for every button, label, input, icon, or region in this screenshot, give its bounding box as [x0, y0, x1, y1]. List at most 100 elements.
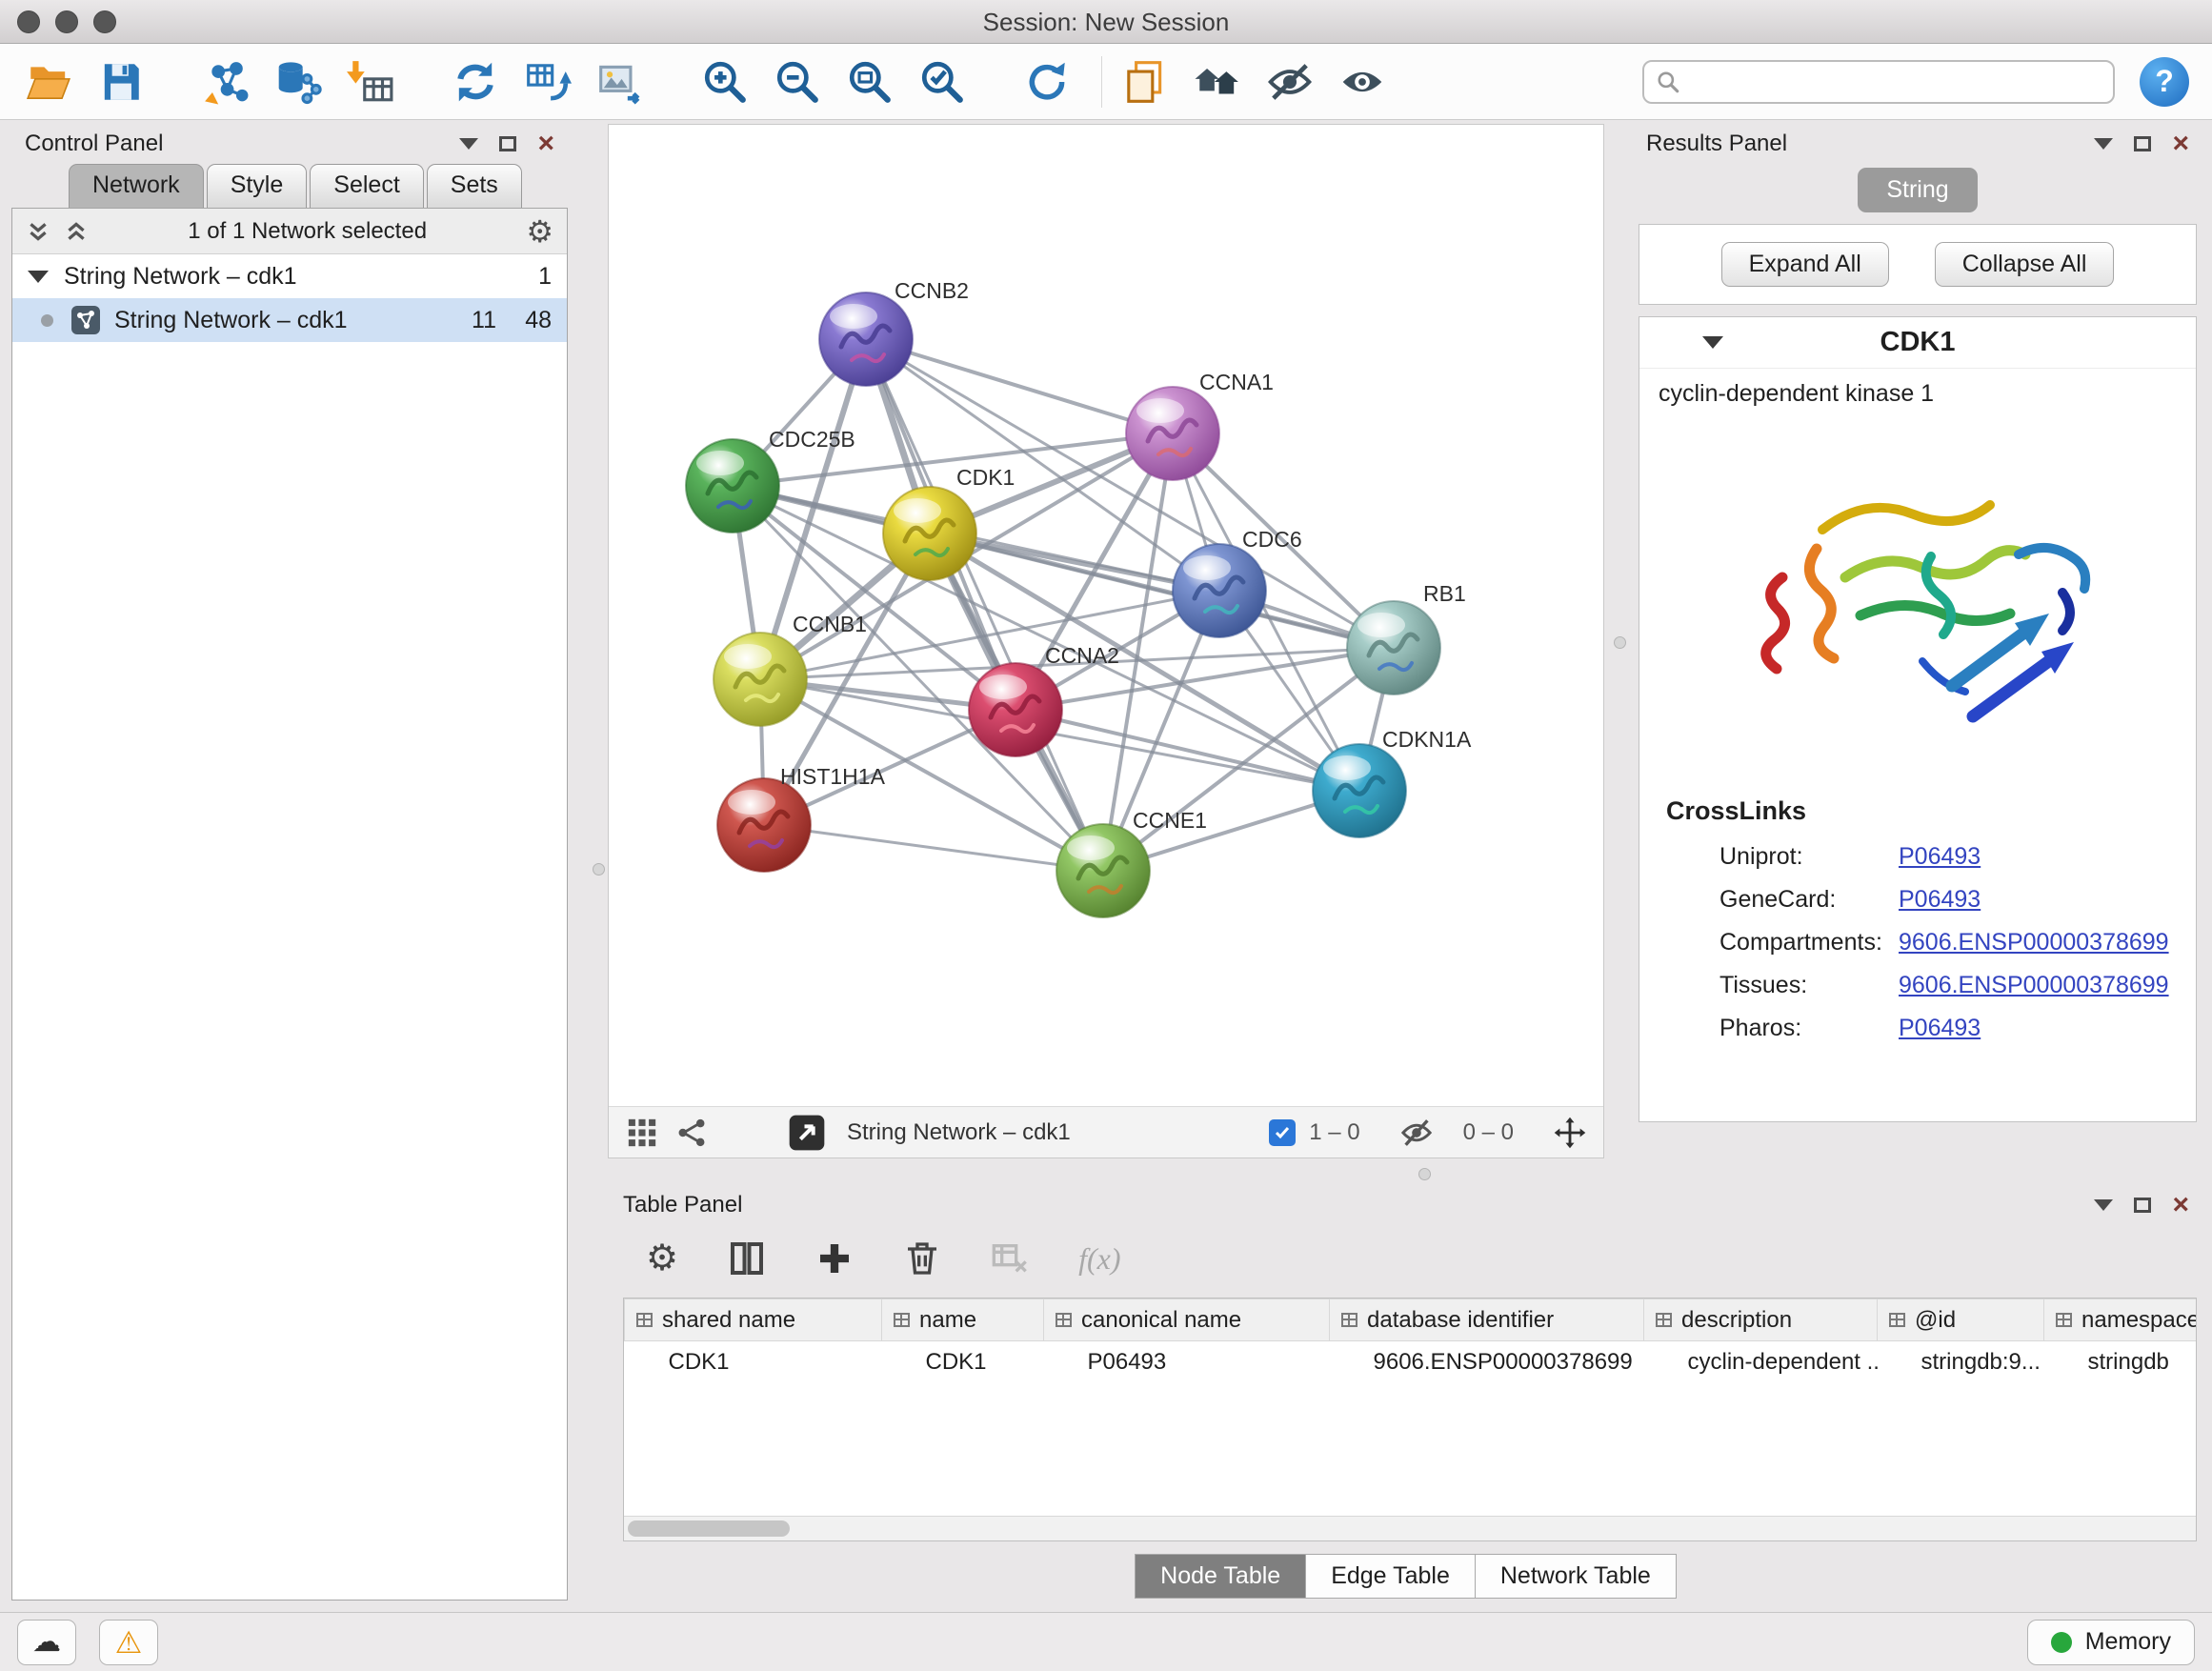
network-view[interactable]: CCNB2CCNA1CDC25BCDK1CDC6RB1CCNB1CCNA2CDK… [608, 124, 1604, 1158]
network-edge[interactable] [764, 825, 1103, 871]
network-node-cdc6[interactable] [1173, 544, 1266, 637]
table-cell[interactable]: stringdb [2044, 1341, 2198, 1383]
show-columns-icon[interactable] [728, 1239, 766, 1278]
search-box[interactable] [1642, 60, 2115, 104]
zoom-selected-icon[interactable] [916, 56, 968, 108]
column-header[interactable]: canonical name [1044, 1299, 1330, 1341]
gene-disclosure-icon[interactable] [1702, 336, 1723, 349]
crosslink-link[interactable]: P06493 [1899, 1015, 1981, 1042]
export-image-icon[interactable] [594, 56, 646, 108]
vertical-splitter-handle[interactable] [593, 863, 605, 876]
crosslink-link[interactable]: 9606.ENSP00000378699 [1899, 929, 2169, 956]
crosslink-link[interactable]: P06493 [1899, 843, 1981, 871]
network-node-hist1h1a[interactable] [717, 778, 811, 872]
delete-column-trash-icon[interactable] [903, 1239, 941, 1278]
zoom-window-button[interactable] [93, 10, 116, 33]
pan-crosshair-icon[interactable] [1554, 1117, 1586, 1149]
panel-close-button[interactable]: × [537, 130, 554, 158]
tab-select[interactable]: Select [310, 164, 423, 208]
show-all-eye-icon[interactable] [1337, 56, 1388, 108]
crosslink-link[interactable]: 9606.ENSP00000378699 [1899, 972, 2169, 999]
column-header[interactable]: namespace [2044, 1299, 2198, 1341]
hide-selected-eye-slash-icon[interactable] [1264, 56, 1316, 108]
tab-network-table[interactable]: Network Table [1475, 1554, 1677, 1599]
copy-document-icon[interactable] [1119, 56, 1171, 108]
minimize-window-button[interactable] [55, 10, 78, 33]
tab-sets[interactable]: Sets [427, 164, 522, 208]
scrollbar-thumb[interactable] [628, 1520, 790, 1537]
collection-disclosure-icon[interactable] [28, 271, 49, 283]
open-session-icon[interactable] [23, 56, 74, 108]
horizontal-scrollbar[interactable] [624, 1516, 2196, 1540]
cloud-button[interactable]: ☁ [17, 1620, 76, 1665]
panel-menu-caret-icon[interactable] [2094, 1199, 2113, 1211]
import-table-icon[interactable] [345, 56, 396, 108]
panel-menu-caret-icon[interactable] [459, 138, 478, 150]
pan​el-float-button[interactable] [499, 136, 516, 151]
table-cell[interactable]: P06493 [1044, 1341, 1330, 1383]
network-edge[interactable] [866, 339, 1103, 871]
zoom-out-icon[interactable] [772, 56, 823, 108]
table-row[interactable]: CDK1CDK1P064939606.ENSP00000378699cyclin… [625, 1341, 2198, 1383]
help-button[interactable]: ? [2140, 57, 2189, 107]
collapse-all-networks-icon[interactable] [64, 219, 89, 244]
memory-button[interactable]: Memory [2027, 1620, 2195, 1665]
zoom-in-icon[interactable] [699, 56, 751, 108]
column-header[interactable]: description [1644, 1299, 1878, 1341]
network-node-cdk1[interactable] [883, 487, 976, 580]
tab-edge-table[interactable]: Edge Table [1305, 1554, 1476, 1599]
horizontal-splitter-handle[interactable] [1418, 1168, 1431, 1180]
tab-node-table[interactable]: Node Table [1135, 1554, 1306, 1599]
grid-view-icon[interactable] [626, 1117, 658, 1149]
gene-card-header[interactable]: CDK1 [1639, 317, 2196, 369]
panel-float-button[interactable] [2134, 1198, 2151, 1213]
save-session-icon[interactable] [95, 56, 147, 108]
network-from-table-icon[interactable] [522, 56, 573, 108]
import-network-file-icon[interactable] [200, 56, 251, 108]
table-cell[interactable]: CDK1 [625, 1341, 882, 1383]
table-cell[interactable]: 9606.ENSP00000378699 [1330, 1341, 1644, 1383]
network-node-ccna1[interactable] [1126, 387, 1219, 480]
network-edge[interactable] [866, 339, 1173, 433]
first-neighbors-icon[interactable] [1192, 56, 1243, 108]
crosslink-link[interactable]: P06493 [1899, 886, 1981, 914]
birdseye-view-button[interactable] [788, 1114, 826, 1152]
panel-close-button[interactable]: × [2172, 130, 2189, 158]
tab-style[interactable]: Style [207, 164, 308, 208]
table-settings-gear-icon[interactable]: ⚙ [646, 1240, 678, 1277]
network-node-ccnb1[interactable] [714, 633, 807, 726]
network-canvas[interactable]: CCNB2CCNA1CDC25BCDK1CDC6RB1CCNB1CCNA2CDK… [609, 125, 1603, 1106]
network-node-ccne1[interactable] [1056, 824, 1150, 917]
clone-network-icon[interactable] [450, 56, 501, 108]
network-node-cdkn1a[interactable] [1313, 744, 1406, 837]
table-cell[interactable]: stringdb:9... [1878, 1341, 2044, 1383]
network-node-ccnb2[interactable] [819, 292, 913, 386]
panel-float-button[interactable] [2134, 136, 2151, 151]
refresh-icon[interactable] [1021, 56, 1073, 108]
table-cell[interactable]: CDK1 [882, 1341, 1044, 1383]
warnings-button[interactable]: ⚠ [99, 1620, 158, 1665]
column-header[interactable]: name [882, 1299, 1044, 1341]
network-node-cdc25b[interactable] [686, 439, 779, 533]
close-window-button[interactable] [17, 10, 40, 33]
column-header[interactable]: shared name [625, 1299, 882, 1341]
column-header[interactable]: database identifier [1330, 1299, 1644, 1341]
add-column-plus-icon[interactable] [815, 1239, 854, 1278]
network-node-ccna2[interactable] [969, 663, 1062, 756]
vertical-splitter-handle[interactable] [1614, 636, 1626, 649]
tab-network[interactable]: Network [69, 164, 204, 208]
network-node-rb1[interactable] [1347, 601, 1440, 695]
column-header[interactable]: @id [1878, 1299, 2044, 1341]
network-collection-row[interactable]: String Network – cdk1 1 [12, 254, 567, 298]
network-share-icon[interactable] [675, 1117, 708, 1149]
import-network-database-icon[interactable] [272, 56, 324, 108]
panel-menu-caret-icon[interactable] [2094, 138, 2113, 150]
panel-close-button[interactable]: × [2172, 1191, 2189, 1219]
collapse-all-button[interactable]: Collapse All [1935, 242, 2115, 287]
network-edge[interactable] [1016, 710, 1359, 791]
tab-string[interactable]: String [1858, 168, 1977, 212]
search-input[interactable] [1690, 69, 2101, 95]
table-cell[interactable]: cyclin-dependent ... [1644, 1341, 1878, 1383]
zoom-fit-icon[interactable] [844, 56, 895, 108]
network-options-gear-icon[interactable]: ⚙ [526, 216, 553, 247]
